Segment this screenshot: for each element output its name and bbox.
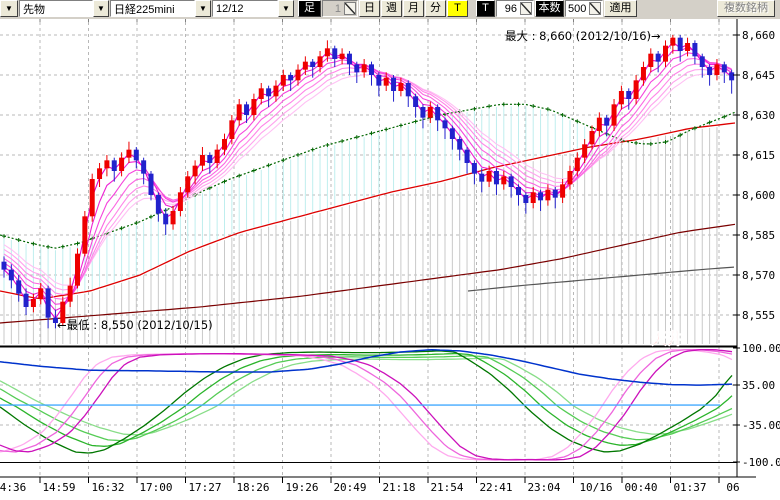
svg-text:8,645: 8,645 — [742, 69, 775, 82]
ashi-bar-type-button[interactable]: 足 — [298, 0, 321, 17]
dropdown-arrow-icon: ▼ — [282, 4, 290, 13]
svg-text:←最低 : 8,550 (2012/10/15): ←最低 : 8,550 (2012/10/15) — [57, 318, 213, 332]
svg-text:18:26: 18:26 — [236, 481, 269, 494]
svg-text:01:37: 01:37 — [673, 481, 706, 494]
svg-text:-100.00: -100.00 — [742, 456, 780, 469]
product-value: 先物 — [19, 0, 93, 17]
bar-count-value: 500 — [566, 3, 588, 15]
product-dropdown-button[interactable]: ▼ — [93, 0, 109, 17]
svg-text:8,555: 8,555 — [742, 309, 775, 322]
multi-symbol-button[interactable]: 複数銘柄 — [717, 0, 775, 17]
interval-spinner[interactable]: 1 — [322, 0, 358, 17]
svg-text:20:49: 20:49 — [333, 481, 366, 494]
time-axis-labels: 4:36 14:59 16:32 17:00 17:27 18:26 19:26 20:49 2… — [0, 481, 740, 494]
svg-text:17:27: 17:27 — [188, 481, 221, 494]
weekly-button[interactable]: 週 — [381, 0, 402, 17]
apply-button[interactable]: 適用 — [604, 0, 637, 17]
contract-month-combobox[interactable]: 12/12 ▼ — [212, 0, 294, 17]
monthly-button[interactable]: 月 — [403, 0, 424, 17]
left-dropdown-arrow-button[interactable]: ▼ — [0, 0, 18, 17]
toolbar: ▼ 先物 ▼ 日経225mini ▼ 12/12 ▼ 足 1 日 週 月 分 T… — [0, 0, 780, 19]
spinner-icon[interactable] — [589, 2, 601, 15]
contract-month-value: 12/12 — [212, 0, 278, 17]
contract-month-dropdown-button[interactable]: ▼ — [278, 0, 294, 17]
minute-button[interactable]: 分 — [425, 0, 446, 17]
tick-button-active[interactable]: T — [447, 0, 468, 17]
chart-application-window: { "toolbar": { "left_combo_arrow": "▼", … — [0, 0, 780, 500]
dropdown-arrow-icon: ▼ — [199, 4, 207, 13]
svg-text:21:18: 21:18 — [382, 481, 415, 494]
axes — [0, 18, 756, 477]
svg-text:8,570: 8,570 — [742, 269, 775, 282]
product-combobox[interactable]: 先物 ▼ — [19, 0, 109, 17]
svg-text:8,585: 8,585 — [742, 229, 775, 242]
dropdown-arrow-icon: ▼ — [97, 4, 105, 13]
dropdown-arrow-icon: ▼ — [5, 5, 13, 13]
svg-text:19:26: 19:26 — [285, 481, 318, 494]
svg-text:16:32: 16:32 — [91, 481, 124, 494]
svg-text:22:41: 22:41 — [479, 481, 512, 494]
moving-average-lines — [0, 123, 735, 323]
symbol-value: 日経225mini — [110, 0, 195, 17]
svg-text:06: 06 — [726, 481, 739, 494]
svg-text:14:59: 14:59 — [42, 481, 75, 494]
price-axis-labels: 8,660 8,645 8,630 8,615 8,600 8,585 8,570 8,555 — [733, 29, 775, 322]
svg-text:10/16: 10/16 — [579, 481, 612, 494]
svg-text:8,615: 8,615 — [742, 149, 775, 162]
svg-text:8,600: 8,600 — [742, 189, 775, 202]
tick-mode-button[interactable]: T — [476, 0, 495, 17]
spinner-icon[interactable] — [520, 2, 532, 15]
bar-count-label-button[interactable]: 本数 — [535, 0, 564, 17]
period-spinner[interactable]: 96 — [496, 0, 534, 17]
svg-text:最大 : 8,660 (2012/10/16)→: 最大 : 8,660 (2012/10/16)→ — [505, 29, 661, 43]
svg-text:8,630: 8,630 — [742, 109, 775, 122]
period-value: 96 — [497, 3, 519, 15]
spinner-icon[interactable] — [344, 2, 356, 15]
svg-text:21:54: 21:54 — [430, 481, 463, 494]
symbol-dropdown-button[interactable]: ▼ — [195, 0, 211, 17]
daily-button[interactable]: 日 — [359, 0, 380, 17]
svg-text:35.00: 35.00 — [742, 379, 775, 392]
svg-text:23:04: 23:04 — [527, 481, 560, 494]
svg-text:-35.00: -35.00 — [742, 419, 780, 432]
symbol-combobox[interactable]: 日経225mini ▼ — [110, 0, 211, 17]
svg-text:100.00: 100.00 — [742, 342, 780, 355]
ceiling-annotation: 天井 — [651, 329, 683, 348]
gridlines — [0, 18, 737, 483]
interval-value: 1 — [323, 3, 343, 15]
oscillator-axis-labels: 100.00 35.00 -35.00 -100.00 — [733, 342, 780, 469]
svg-text:17:00: 17:00 — [139, 481, 172, 494]
svg-text:8,660: 8,660 — [742, 29, 775, 42]
svg-text:4:36: 4:36 — [0, 481, 26, 494]
chart-canvas[interactable]: 8,660 8,645 8,630 8,615 8,600 8,585 8,570 8,555… — [0, 0, 780, 500]
svg-text:00:40: 00:40 — [624, 481, 657, 494]
bar-count-spinner[interactable]: 500 — [565, 0, 603, 17]
